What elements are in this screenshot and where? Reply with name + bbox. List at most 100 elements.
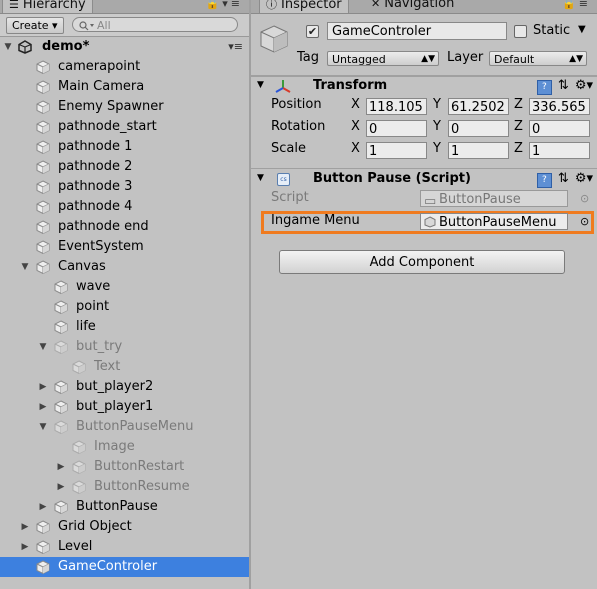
scene-row[interactable]: ▼ demo* ▾≡ bbox=[0, 37, 249, 57]
hierarchy-item[interactable]: Text bbox=[0, 357, 249, 377]
scale-z-field[interactable]: 1 bbox=[529, 142, 590, 159]
axis-label-z[interactable]: Z bbox=[514, 141, 523, 156]
create-button[interactable]: Create ▾ bbox=[6, 17, 64, 34]
fold-arrow-icon[interactable]: ▼ bbox=[257, 173, 264, 183]
tab-navigation[interactable]: ✕ Navigation bbox=[365, 0, 460, 12]
rotation-z-field[interactable]: 0 bbox=[529, 120, 590, 137]
script-file-icon: cs bbox=[277, 173, 290, 186]
transform-header[interactable]: ▼ Transform ? ⇅ ⚙▾ bbox=[251, 75, 597, 98]
expand-arrow-icon[interactable]: ▼ bbox=[38, 417, 48, 437]
gameobject-cube-icon bbox=[36, 240, 50, 255]
axis-label-z[interactable]: Z bbox=[514, 119, 523, 134]
collapse-arrow-icon[interactable]: ▶ bbox=[38, 377, 48, 397]
expand-arrow-icon[interactable]: ▼ bbox=[20, 257, 30, 277]
hierarchy-item[interactable]: Main Camera bbox=[0, 77, 249, 97]
position-z-field[interactable]: 336.565 bbox=[529, 98, 590, 115]
layer-dropdown[interactable]: Default ▲▼ bbox=[489, 51, 587, 66]
gameobject-cube-icon bbox=[36, 180, 50, 195]
hierarchy-item[interactable]: ▼ ButtonPauseMenu bbox=[0, 417, 249, 437]
script-component-header[interactable]: ▼ cs Button Pause (Script) ? ⇅ ⚙▾ bbox=[251, 168, 597, 191]
help-icon[interactable]: ? bbox=[536, 173, 552, 188]
object-picker-icon: ⊙ bbox=[580, 192, 590, 205]
hierarchy-item[interactable]: camerapoint bbox=[0, 57, 249, 77]
hierarchy-item-label: pathnode end bbox=[58, 219, 149, 234]
axis-label-z[interactable]: Z bbox=[514, 97, 523, 112]
axis-label-x[interactable]: X bbox=[351, 141, 360, 156]
hierarchy-item[interactable]: Enemy Spawner bbox=[0, 97, 249, 117]
collapse-arrow-icon[interactable]: ▶ bbox=[20, 517, 30, 537]
axis-label-x[interactable]: X bbox=[351, 119, 360, 134]
axis-label-y[interactable]: Y bbox=[433, 97, 441, 112]
hierarchy-item[interactable]: Image bbox=[0, 437, 249, 457]
hierarchy-item[interactable]: ▶ but_player1 bbox=[0, 397, 249, 417]
tag-dropdown[interactable]: Untagged ▲▼ bbox=[327, 51, 439, 66]
rotation-y-field[interactable]: 0 bbox=[448, 120, 509, 137]
gameobject-cube-icon bbox=[54, 300, 68, 315]
preset-icon[interactable]: ⇅ bbox=[558, 171, 569, 186]
tab-hierarchy[interactable]: ☰ Hierarchy bbox=[2, 0, 93, 13]
hierarchy-item[interactable]: ▶ ButtonPause bbox=[0, 497, 249, 517]
hierarchy-item[interactable]: ▶ Level bbox=[0, 537, 249, 557]
hierarchy-item[interactable]: pathnode 1 bbox=[0, 137, 249, 157]
static-checkbox[interactable] bbox=[514, 25, 527, 38]
search-input[interactable]: All bbox=[72, 17, 238, 32]
hierarchy-item-label: pathnode 1 bbox=[58, 139, 133, 154]
script-label: Script bbox=[271, 190, 309, 205]
hierarchy-item[interactable]: pathnode_start bbox=[0, 117, 249, 137]
gameobject-cube-icon bbox=[36, 220, 50, 235]
hierarchy-item[interactable]: ▶ but_player2 bbox=[0, 377, 249, 397]
hierarchy-item[interactable]: pathnode 2 bbox=[0, 157, 249, 177]
hierarchy-item[interactable]: wave bbox=[0, 277, 249, 297]
static-label: Static bbox=[533, 23, 571, 38]
position-label: Position bbox=[271, 97, 322, 112]
axis-label-x[interactable]: X bbox=[351, 97, 360, 112]
hierarchy-item[interactable]: point bbox=[0, 297, 249, 317]
add-component-button[interactable]: Add Component bbox=[279, 250, 565, 274]
collapse-arrow-icon[interactable]: ▶ bbox=[38, 397, 48, 417]
gameobject-cube-icon bbox=[260, 25, 288, 53]
collapse-arrow-icon[interactable]: ▶ bbox=[56, 477, 66, 497]
hierarchy-item[interactable]: ▼ Canvas bbox=[0, 257, 249, 277]
hierarchy-item[interactable]: ▶ Grid Object bbox=[0, 517, 249, 537]
hierarchy-item[interactable]: ▶ ButtonResume bbox=[0, 477, 249, 497]
collapse-arrow-icon[interactable]: ▶ bbox=[56, 457, 66, 477]
expand-arrow-icon[interactable]: ▼ bbox=[3, 37, 13, 57]
position-y-field[interactable]: 61.2502 bbox=[448, 98, 509, 115]
ingame-menu-field[interactable]: ButtonPauseMenu bbox=[420, 213, 568, 230]
panel-options-icon[interactable]: 🔒▾≡ bbox=[206, 0, 243, 10]
scale-y-field[interactable]: 1 bbox=[448, 142, 509, 159]
hierarchy-item-label: EventSystem bbox=[58, 239, 144, 254]
hierarchy-item-label: ButtonResume bbox=[94, 479, 190, 494]
axis-label-y[interactable]: Y bbox=[433, 119, 441, 134]
hierarchy-item-label: Image bbox=[94, 439, 135, 454]
preset-icon[interactable]: ⇅ bbox=[558, 78, 569, 93]
settings-gear-icon[interactable]: ⚙▾ bbox=[575, 171, 593, 186]
scale-x-field[interactable]: 1 bbox=[366, 142, 427, 159]
object-name-field[interactable]: GameControler bbox=[327, 22, 507, 40]
settings-gear-icon[interactable]: ⚙▾ bbox=[575, 78, 593, 93]
hierarchy-item[interactable]: pathnode 3 bbox=[0, 177, 249, 197]
hierarchy-item[interactable]: GameControler bbox=[0, 557, 249, 577]
hierarchy-item[interactable]: pathnode end bbox=[0, 217, 249, 237]
fold-arrow-icon[interactable]: ▼ bbox=[257, 80, 264, 90]
object-picker-icon[interactable]: ⊙ bbox=[580, 215, 589, 228]
hierarchy-item[interactable]: ▶ ButtonRestart bbox=[0, 457, 249, 477]
collapse-arrow-icon[interactable]: ▶ bbox=[20, 537, 30, 557]
hierarchy-item[interactable]: life bbox=[0, 317, 249, 337]
gameobject-cube-icon bbox=[36, 560, 50, 575]
expand-arrow-icon[interactable]: ▼ bbox=[38, 337, 48, 357]
axis-label-y[interactable]: Y bbox=[433, 141, 441, 156]
hierarchy-item[interactable]: ▼ but_try bbox=[0, 337, 249, 357]
help-icon[interactable]: ? bbox=[536, 80, 552, 95]
hierarchy-item-label: wave bbox=[76, 279, 111, 294]
hierarchy-item[interactable]: EventSystem bbox=[0, 237, 249, 257]
active-checkbox[interactable]: ✔ bbox=[306, 25, 319, 38]
scene-menu-icon[interactable]: ▾≡ bbox=[228, 37, 243, 57]
position-x-field[interactable]: 118.105 bbox=[366, 98, 427, 115]
hierarchy-item[interactable]: pathnode 4 bbox=[0, 197, 249, 217]
rotation-x-field[interactable]: 0 bbox=[366, 120, 427, 137]
static-dropdown-icon[interactable]: ▼ bbox=[578, 24, 586, 35]
inspector-options-icon[interactable]: 🔒≡ bbox=[562, 0, 591, 10]
tab-inspector[interactable]: ⓘ Inspector bbox=[259, 0, 349, 13]
collapse-arrow-icon[interactable]: ▶ bbox=[38, 497, 48, 517]
